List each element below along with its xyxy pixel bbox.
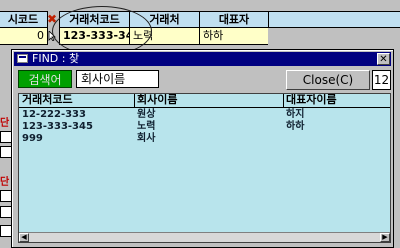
delete-x-icon[interactable]: ✖: [46, 13, 58, 26]
row-company: 원상: [137, 109, 156, 120]
search-input[interactable]: 회사이름: [76, 70, 159, 88]
col-divider[interactable]: [283, 94, 284, 107]
col-header-company[interactable]: 회사이름: [137, 94, 177, 106]
find-titlebar[interactable]: FIND : 찾 ✕: [14, 52, 391, 66]
header-code[interactable]: 시코드: [0, 11, 48, 28]
find-window: FIND : 찾 ✕ 검색어 회사이름 Close(C) 12 거래처코드 회사…: [11, 49, 394, 248]
header-empty: [268, 11, 400, 28]
col-divider[interactable]: [134, 94, 135, 107]
results-header-row: 거래처코드 회사이름 대표자이름: [19, 94, 390, 108]
scroll-right-icon[interactable]: ▶: [380, 233, 390, 242]
col-header-rep[interactable]: 대표자이름: [286, 94, 337, 106]
left-label-1: 단: [0, 118, 10, 129]
window-close-button[interactable]: ✕: [377, 53, 390, 65]
cell-partner-code[interactable]: 123-333-345: [59, 28, 130, 45]
row-rep: 하지: [286, 109, 305, 120]
mouse-cursor-icon: [48, 31, 56, 41]
cell-partner-name[interactable]: 노력: [129, 28, 200, 45]
result-count: 12: [372, 70, 391, 90]
window-icon: [17, 54, 28, 63]
row-code: 12-222-333: [22, 109, 86, 120]
row-rep: 하하: [286, 121, 305, 132]
row-code: 123-333-345: [22, 121, 93, 132]
left-label-2: 단: [0, 177, 10, 188]
horizontal-scrollbar[interactable]: ◀ ▶: [19, 232, 390, 242]
close-button[interactable]: Close(C): [286, 70, 370, 90]
scroll-left-icon[interactable]: ◀: [19, 233, 29, 242]
row-company: 노력: [137, 121, 156, 132]
table-row[interactable]: 999 회사: [19, 133, 390, 144]
results-grid: 거래처코드 회사이름 대표자이름 12-222-333 원상 하지 123-33…: [18, 93, 391, 243]
header-partner[interactable]: 거래처: [129, 11, 200, 28]
search-button[interactable]: 검색어: [18, 70, 72, 88]
col-header-code[interactable]: 거래처코드: [22, 94, 73, 106]
find-title: FIND : 찾: [32, 52, 80, 65]
cell-representative[interactable]: 하하: [199, 28, 269, 45]
table-row[interactable]: 12-222-333 원상 하지: [19, 109, 390, 120]
row-code: 999: [22, 133, 43, 144]
header-representative[interactable]: 대표자: [199, 11, 269, 28]
host-grid: 시코드 거래처코드 거래처 대표자 ✖ 0 123-333-345 노력 하하: [0, 0, 400, 56]
row-company: 회사: [137, 133, 156, 144]
header-partner-code[interactable]: 거래처코드: [59, 11, 130, 28]
cell-empty: [268, 28, 400, 45]
table-row[interactable]: 123-333-345 노력 하하: [19, 121, 390, 132]
cell-code[interactable]: 0: [0, 28, 48, 45]
